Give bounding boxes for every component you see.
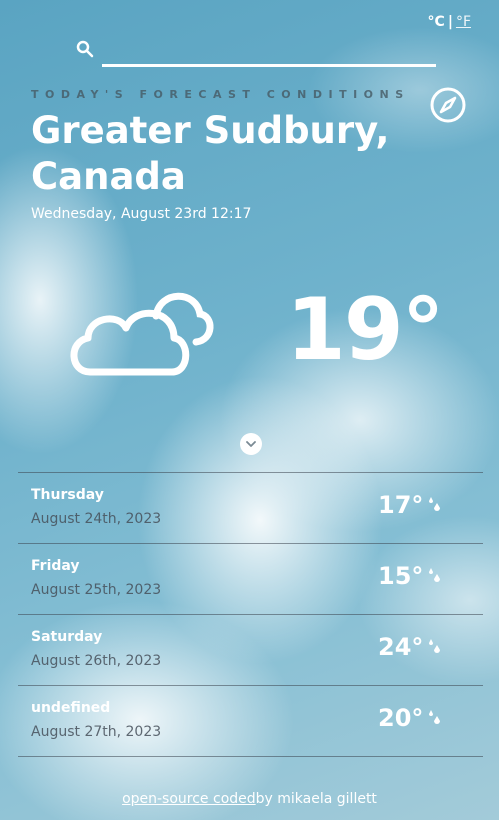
forecast-day: Thursday bbox=[31, 487, 104, 503]
unit-toggle: °C | °F bbox=[428, 14, 471, 30]
city-name: Greater Sudbury, Canada bbox=[31, 109, 390, 198]
celsius-unit[interactable]: °C bbox=[428, 14, 445, 30]
forecast-row: undefined August 27th, 2023 20° bbox=[18, 685, 483, 757]
forecast-temp: 24° bbox=[378, 633, 424, 661]
forecast-eyebrow: TODAY'S FORECAST CONDITIONS bbox=[31, 88, 410, 101]
rain-drops-icon bbox=[429, 639, 440, 653]
forecast-list: Thursday August 24th, 2023 17° Friday Au… bbox=[18, 472, 483, 757]
chevron-down-icon bbox=[246, 441, 256, 447]
search-icon[interactable] bbox=[76, 40, 94, 58]
current-temperature: 19° bbox=[286, 280, 445, 380]
search-input[interactable] bbox=[102, 36, 436, 67]
rain-drops-icon bbox=[429, 710, 440, 724]
cloudy-icon bbox=[70, 292, 214, 376]
open-source-link[interactable]: open-source coded bbox=[122, 791, 256, 807]
search-bar bbox=[76, 36, 436, 67]
current-datetime: Wednesday, August 23rd 12:17 bbox=[31, 206, 252, 222]
fahrenheit-link[interactable]: °F bbox=[456, 14, 471, 30]
forecast-temp: 15° bbox=[378, 562, 424, 590]
expand-button[interactable] bbox=[240, 433, 262, 455]
footer: open-source codedby mikaela gillett bbox=[0, 791, 499, 807]
forecast-date: August 26th, 2023 bbox=[31, 653, 162, 669]
forecast-row: Thursday August 24th, 2023 17° bbox=[18, 472, 483, 543]
forecast-row: Friday August 25th, 2023 15° bbox=[18, 543, 483, 614]
forecast-date: August 27th, 2023 bbox=[31, 724, 162, 740]
forecast-date: August 25th, 2023 bbox=[31, 582, 162, 598]
forecast-row: Saturday August 26th, 2023 24° bbox=[18, 614, 483, 685]
rain-drops-icon bbox=[429, 568, 440, 582]
footer-credit: by mikaela gillett bbox=[255, 791, 377, 807]
forecast-temp: 20° bbox=[378, 704, 424, 732]
forecast-temp: 17° bbox=[378, 491, 424, 519]
forecast-day: undefined bbox=[31, 700, 111, 716]
forecast-day: Saturday bbox=[31, 629, 103, 645]
forecast-date: August 24th, 2023 bbox=[31, 511, 162, 527]
forecast-day: Friday bbox=[31, 558, 80, 574]
rain-drops-icon bbox=[429, 497, 440, 511]
unit-separator: | bbox=[447, 14, 453, 30]
